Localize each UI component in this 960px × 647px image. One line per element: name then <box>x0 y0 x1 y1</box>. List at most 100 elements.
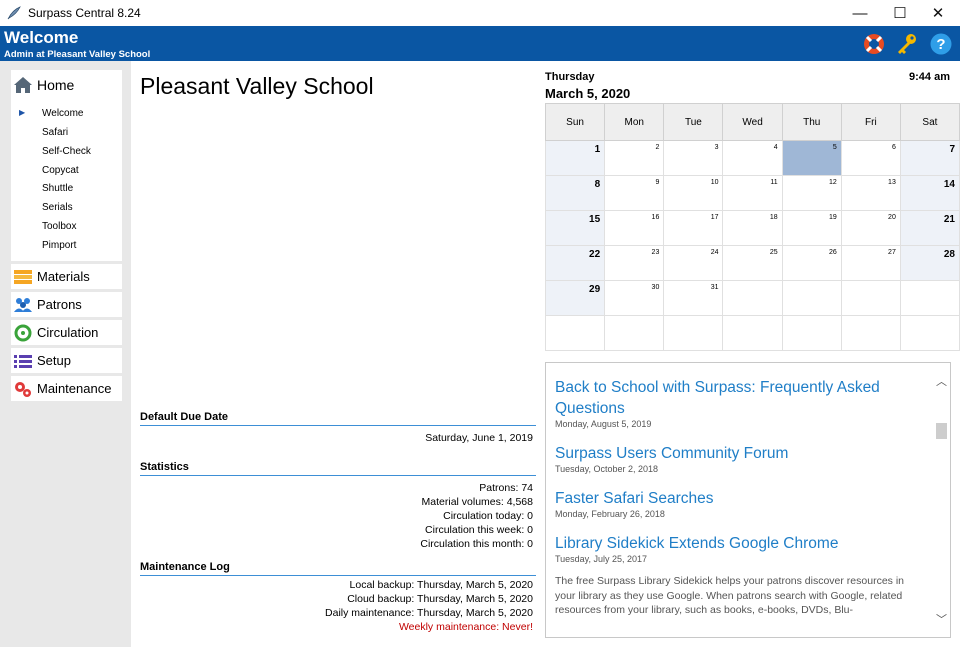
calendar-day-cell[interactable]: 8 <box>544 175 606 211</box>
calendar-day-number <box>546 316 604 319</box>
calendar-day-cell <box>663 315 724 351</box>
calendar-day-cell[interactable]: 6 <box>840 140 901 176</box>
selected-arrow-icon: ▶ <box>19 108 26 117</box>
calendar-day-cell[interactable]: 24 <box>663 245 724 281</box>
sidebar-item-welcome[interactable]: Welcome <box>42 108 84 119</box>
calendar-day-number: 14 <box>943 179 955 190</box>
sidebar-item-copycat[interactable]: Copycat <box>42 165 79 176</box>
school-name: Pleasant Valley School <box>140 73 374 99</box>
calendar-day-number: 13 <box>888 179 896 186</box>
sidebar-item-safari[interactable]: Safari <box>42 127 68 138</box>
calendar-day-cell[interactable]: 1 <box>544 140 606 176</box>
calendar-day-cell[interactable]: 28 <box>899 245 960 281</box>
calendar-day-number: 12 <box>829 179 837 186</box>
calendar-day-cell[interactable]: 27 <box>840 245 901 281</box>
circulation-icon <box>14 324 32 341</box>
scroll-thumb[interactable] <box>936 423 947 439</box>
calendar-day-cell[interactable]: 19 <box>781 210 842 246</box>
sidebar-item-self-check[interactable]: Self-Check <box>42 146 91 157</box>
calendar-day-cell[interactable]: 11 <box>722 175 783 211</box>
calendar-day-cell <box>840 315 901 351</box>
calendar-day-cell[interactable]: 17 <box>663 210 724 246</box>
news-title[interactable]: Surpass Users Community Forum <box>555 443 925 464</box>
calendar-day-cell[interactable]: 14 <box>899 175 960 211</box>
calendar-day-cell[interactable]: 18 <box>722 210 783 246</box>
weekday-header: Sun <box>544 103 606 141</box>
lifebuoy-icon[interactable] <box>862 32 886 56</box>
help-icon[interactable]: ? <box>929 32 953 56</box>
calendar-day-cell[interactable]: 7 <box>899 140 960 176</box>
calendar-day-number: 6 <box>891 144 896 151</box>
page-title: Welcome <box>4 28 79 47</box>
nav-materials[interactable]: Materials <box>11 264 122 289</box>
sidebar-item-pimport[interactable]: Pimport <box>42 240 76 251</box>
log-daily-maintenance: Daily maintenance: Thursday, March 5, 20… <box>325 607 533 619</box>
news-title[interactable]: Faster Safari Searches <box>555 488 925 509</box>
calendar-day-cell[interactable]: 25 <box>722 245 783 281</box>
calendar-day-cell[interactable]: 20 <box>840 210 901 246</box>
calendar-day-cell[interactable]: 23 <box>604 245 665 281</box>
calendar-day-cell[interactable]: 21 <box>899 210 960 246</box>
calendar-day-cell[interactable]: 3 <box>663 140 724 176</box>
calendar-day-number: 23 <box>651 249 660 256</box>
calendar-day-number <box>664 316 722 319</box>
calendar-day-number: 24 <box>710 249 719 256</box>
news-panel: Back to School with Surpass: Frequently … <box>545 362 951 638</box>
calendar-day-cell[interactable]: 22 <box>544 245 606 281</box>
sidebar-item-toolbox[interactable]: Toolbox <box>42 221 76 232</box>
stat-circulation-today: Circulation today: 0 <box>443 510 533 522</box>
statistics-heading: Statistics <box>140 461 536 476</box>
home-header[interactable]: Home <box>13 76 74 94</box>
news-list: Back to School with Surpass: Frequently … <box>555 377 925 618</box>
calendar-day-cell[interactable]: 10 <box>663 175 724 211</box>
calendar-day-number <box>723 281 781 284</box>
calendar-day-number: 22 <box>589 249 601 260</box>
calendar-day-number <box>901 281 959 284</box>
nav-setup[interactable]: Setup <box>11 348 122 373</box>
news-title[interactable]: Back to School with Surpass: Frequently … <box>555 377 925 419</box>
nav-maintenance-label: Maintenance <box>37 381 112 396</box>
news-date: Monday, August 5, 2019 <box>555 419 652 429</box>
scroll-down-icon[interactable]: ﹀ <box>933 611 950 627</box>
calendar-day-number: 19 <box>829 214 837 221</box>
news-title[interactable]: Library Sidekick Extends Google Chrome <box>555 533 925 554</box>
nav-setup-label: Setup <box>37 353 71 368</box>
calendar-day-cell[interactable]: 2 <box>604 140 665 176</box>
news-body: The free Surpass Library Sidekick helps … <box>555 575 904 616</box>
calendar-day-cell[interactable]: 31 <box>663 280 724 316</box>
home-label: Home <box>37 77 75 93</box>
calendar-day-cell[interactable]: 5 <box>781 140 842 176</box>
calendar-day-number <box>842 316 900 319</box>
calendar-day-cell[interactable]: 29 <box>544 280 606 316</box>
nav-patrons[interactable]: Patrons <box>11 292 122 317</box>
calendar-day-cell[interactable]: 4 <box>722 140 783 176</box>
calendar-day-number: 30 <box>651 284 660 291</box>
calendar-day-cell[interactable]: 16 <box>604 210 665 246</box>
calendar-day-number <box>901 316 959 319</box>
calendar-day-cell[interactable]: 9 <box>604 175 665 211</box>
weekday-header: Tue <box>663 103 724 141</box>
calendar-day-number <box>783 281 841 284</box>
window-titlebar: Surpass Central 8.24 <box>0 0 960 26</box>
calendar-day-cell[interactable]: 15 <box>544 210 606 246</box>
nav-maintenance[interactable]: Maintenance <box>11 376 122 401</box>
calendar-day-cell <box>722 280 783 316</box>
key-icon[interactable] <box>895 32 919 56</box>
weekday-header: Sat <box>899 103 960 141</box>
calendar-day-cell[interactable]: 13 <box>840 175 901 211</box>
sidebar-item-shuttle[interactable]: Shuttle <box>42 183 73 194</box>
nav-circulation[interactable]: Circulation <box>11 320 122 345</box>
calendar-day-cell <box>544 315 606 351</box>
calendar-day-cell[interactable]: 12 <box>781 175 842 211</box>
news-scrollbar[interactable]: ︿ ﹀ <box>933 363 950 637</box>
calendar-day-number: 3 <box>714 144 719 151</box>
calendar-day-number: 27 <box>888 249 896 256</box>
weekday-header: Thu <box>781 103 842 141</box>
calendar-day-number: 20 <box>888 214 896 221</box>
close-button[interactable]: ✕ <box>915 0 960 26</box>
calendar-day-cell[interactable]: 26 <box>781 245 842 281</box>
calendar-day-cell[interactable]: 30 <box>604 280 665 316</box>
news-date: Monday, February 26, 2018 <box>555 509 665 519</box>
scroll-up-icon[interactable]: ︿ <box>933 373 950 389</box>
sidebar-item-serials[interactable]: Serials <box>42 202 73 213</box>
